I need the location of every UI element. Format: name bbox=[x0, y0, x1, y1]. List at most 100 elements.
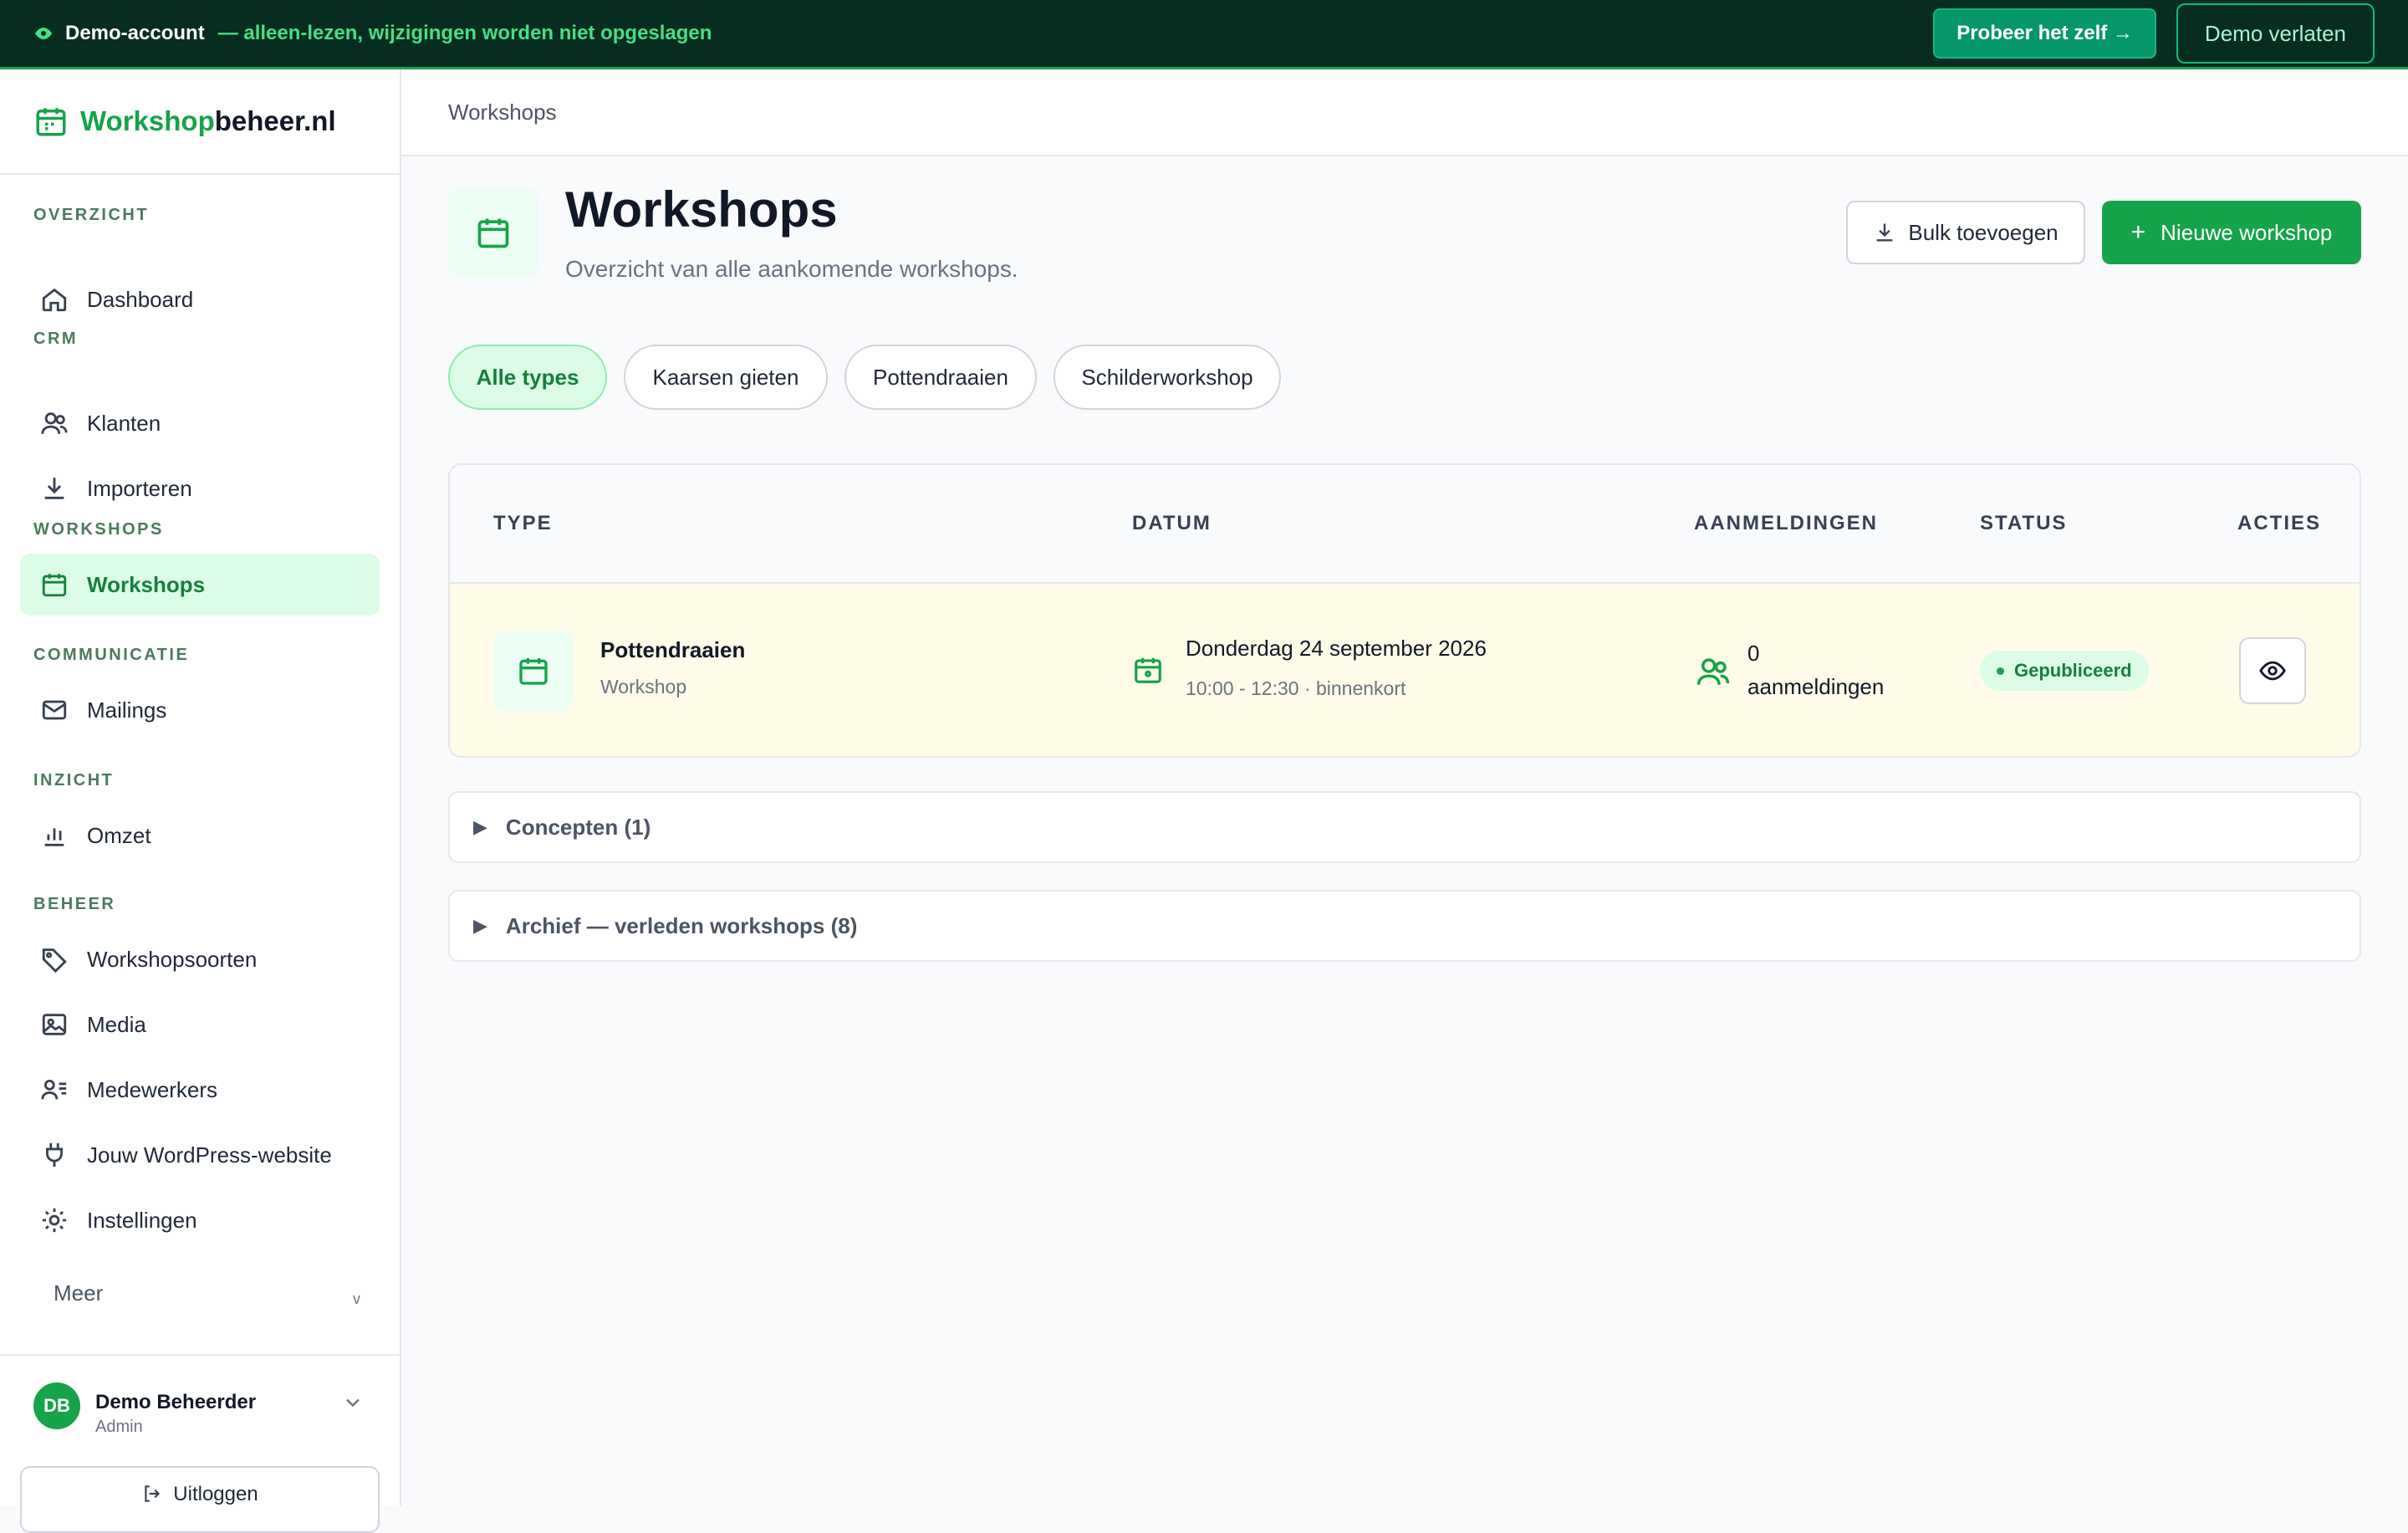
column-header-aanmeldingen[interactable]: AANMELDINGEN bbox=[1694, 512, 1878, 535]
workshop-date: Donderdag 24 september 2026 bbox=[1186, 636, 1487, 661]
table-row[interactable]: Pottendraaien Workshop Donderdag 24 sept… bbox=[450, 584, 2360, 756]
eye-icon bbox=[35, 28, 52, 39]
home-icon bbox=[42, 288, 67, 312]
eye-icon bbox=[2259, 661, 2286, 681]
users-icon bbox=[41, 412, 68, 434]
demo-banner-title: Demo-account bbox=[65, 22, 205, 44]
calendar-icon bbox=[477, 218, 509, 248]
new-workshop-button[interactable]: + Nieuwe workshop bbox=[2102, 201, 2361, 264]
page-icon bbox=[448, 187, 538, 278]
workshop-time: 10:00 - 12:30 · binnenkort bbox=[1186, 677, 1406, 699]
sidebar-item-medewerkers[interactable]: Medewerkers bbox=[20, 1059, 380, 1121]
bar-chart-icon bbox=[44, 828, 64, 846]
sidebar-item-label: Media bbox=[87, 1011, 146, 1037]
archive-collapsible[interactable]: ▶ Archief — verleden workshops (8) bbox=[448, 890, 2361, 962]
archive-label: Archief — verleden workshops (8) bbox=[505, 912, 858, 938]
sidebar-divider bbox=[0, 1354, 400, 1356]
calendar-logo-icon bbox=[36, 108, 66, 136]
sidebar-item-instellingen[interactable]: Instellingen bbox=[20, 1189, 380, 1251]
plus-icon: + bbox=[2130, 218, 2146, 246]
status-dot bbox=[1997, 667, 2004, 675]
filter-chip-pottendraaien[interactable]: Pottendraaien bbox=[844, 345, 1037, 410]
brand-name-part1: Workshop bbox=[80, 105, 215, 136]
brand-logo[interactable]: Workshop beheer.nl bbox=[0, 69, 400, 175]
section-label-overzicht: OVERZICHT bbox=[33, 206, 150, 224]
sidebar-item-label: Dashboard bbox=[87, 286, 194, 312]
logout-label: Uitloggen bbox=[173, 1483, 258, 1505]
image-icon bbox=[42, 1014, 67, 1035]
chevron-down-icon: v bbox=[353, 1290, 360, 1307]
section-label-beheer: BEHEER bbox=[33, 895, 116, 913]
section-label-communicatie: COMMUNICATIE bbox=[33, 646, 190, 664]
logout-icon bbox=[145, 1485, 161, 1502]
sidebar-item-wordpress[interactable]: Jouw WordPress-website bbox=[20, 1124, 380, 1186]
try-yourself-button[interactable]: Probeer het zelf → bbox=[1933, 8, 2156, 59]
user-name: Demo Beheerder bbox=[95, 1391, 257, 1413]
column-header-acties: ACTIES bbox=[2237, 512, 2322, 534]
section-label-workshops: WORKSHOPS bbox=[33, 520, 164, 539]
filter-chip-schilderworkshop[interactable]: Schilderworkshop bbox=[1054, 345, 1281, 410]
users-icon bbox=[1696, 658, 1730, 685]
download-icon bbox=[1877, 223, 1893, 242]
demo-banner-subtitle: — alleen-lezen, wijzigingen worden niet … bbox=[217, 22, 712, 44]
status-badge: Gepubliceerd bbox=[1980, 651, 2149, 691]
sidebar-item-omzet[interactable]: Omzet bbox=[20, 805, 380, 866]
page-title: Workshops bbox=[565, 181, 838, 238]
leave-demo-button[interactable]: Demo verlaten bbox=[2176, 3, 2375, 64]
sidebar-item-label: Klanten bbox=[87, 410, 161, 436]
registration-count-label: aanmeldingen bbox=[1747, 674, 1885, 699]
breadcrumb-current: Workshops bbox=[448, 99, 557, 125]
sidebar-item-dashboard[interactable]: Dashboard bbox=[20, 268, 380, 330]
sidebar-item-label: Workshopsoorten bbox=[87, 946, 258, 972]
sidebar-item-label: Workshops bbox=[87, 571, 206, 597]
sidebar-item-label: Medewerkers bbox=[87, 1076, 218, 1102]
concepts-collapsible[interactable]: ▶ Concepten (1) bbox=[448, 791, 2361, 863]
sidebar: Workshop beheer.nl OVERZICHT Dashboard CR… bbox=[0, 69, 401, 1533]
bulk-add-button[interactable]: Bulk toevoegen bbox=[1846, 201, 2085, 264]
new-workshop-label: Nieuwe workshop bbox=[2161, 219, 2333, 245]
avatar[interactable]: DB bbox=[33, 1382, 80, 1429]
download-icon bbox=[44, 478, 64, 499]
gear-icon bbox=[42, 1208, 67, 1233]
filter-chip-kaarsen-gieten[interactable]: Kaarsen gieten bbox=[624, 345, 828, 410]
bulk-add-label: Bulk toevoegen bbox=[1908, 219, 2059, 245]
sidebar-item-label: Importeren bbox=[87, 475, 192, 501]
plug-icon bbox=[46, 1142, 63, 1168]
user-role: Admin bbox=[95, 1418, 143, 1436]
sidebar-item-label: Mailings bbox=[87, 697, 167, 723]
calendar-icon bbox=[519, 658, 548, 685]
workshops-table: TYPE DATUM AANMELDINGEN STATUS ACTIES Po… bbox=[448, 463, 2361, 758]
sidebar-item-label: Jouw WordPress-website bbox=[87, 1142, 332, 1168]
column-header-status[interactable]: STATUS bbox=[1980, 512, 2067, 535]
column-header-type[interactable]: TYPE bbox=[493, 512, 553, 535]
demo-banner: Demo-account — alleen-lezen, wijzigingen… bbox=[0, 0, 2408, 69]
filter-chip-alle-types[interactable]: Alle types bbox=[448, 345, 607, 410]
expand-arrow-icon: ▶ bbox=[473, 816, 487, 837]
calendar-date-icon bbox=[1135, 657, 1161, 683]
view-button[interactable] bbox=[2239, 637, 2306, 704]
page-subtitle: Overzicht van alle aankomende workshops. bbox=[565, 256, 1018, 282]
sidebar-item-mailings[interactable]: Mailings bbox=[20, 679, 380, 741]
registration-count: 0 bbox=[1747, 641, 1760, 666]
sidebar-item-media[interactable]: Media bbox=[20, 994, 380, 1055]
sidebar-item-workshops[interactable]: Workshops bbox=[20, 554, 380, 616]
sidebar-item-label: Omzet bbox=[87, 822, 151, 848]
sidebar-item-label: Instellingen bbox=[87, 1207, 197, 1233]
breadcrumb: Workshops bbox=[401, 69, 2408, 156]
workshop-type-icon bbox=[493, 631, 574, 711]
expand-arrow-icon: ▶ bbox=[473, 915, 487, 936]
section-label-inzicht: INZICHT bbox=[33, 771, 115, 789]
user-menu-chevron-icon[interactable] bbox=[341, 1391, 365, 1414]
more-toggle[interactable]: Meer bbox=[54, 1280, 103, 1306]
column-header-datum[interactable]: DATUM bbox=[1132, 512, 1212, 535]
calendar-icon bbox=[42, 574, 67, 597]
section-label-crm: CRM bbox=[33, 330, 79, 348]
status-label: Gepubliceerd bbox=[2014, 660, 2132, 681]
logout-button[interactable]: Uitloggen bbox=[20, 1466, 380, 1533]
mail-icon bbox=[42, 700, 67, 720]
sidebar-item-klanten[interactable]: Klanten bbox=[20, 392, 380, 454]
sidebar-item-workshopsoorten[interactable]: Workshopsoorten bbox=[20, 928, 380, 990]
concepts-label: Concepten (1) bbox=[505, 814, 651, 840]
workshop-name[interactable]: Pottendraaien bbox=[600, 637, 745, 663]
sidebar-item-importeren[interactable]: Importeren bbox=[20, 457, 380, 519]
